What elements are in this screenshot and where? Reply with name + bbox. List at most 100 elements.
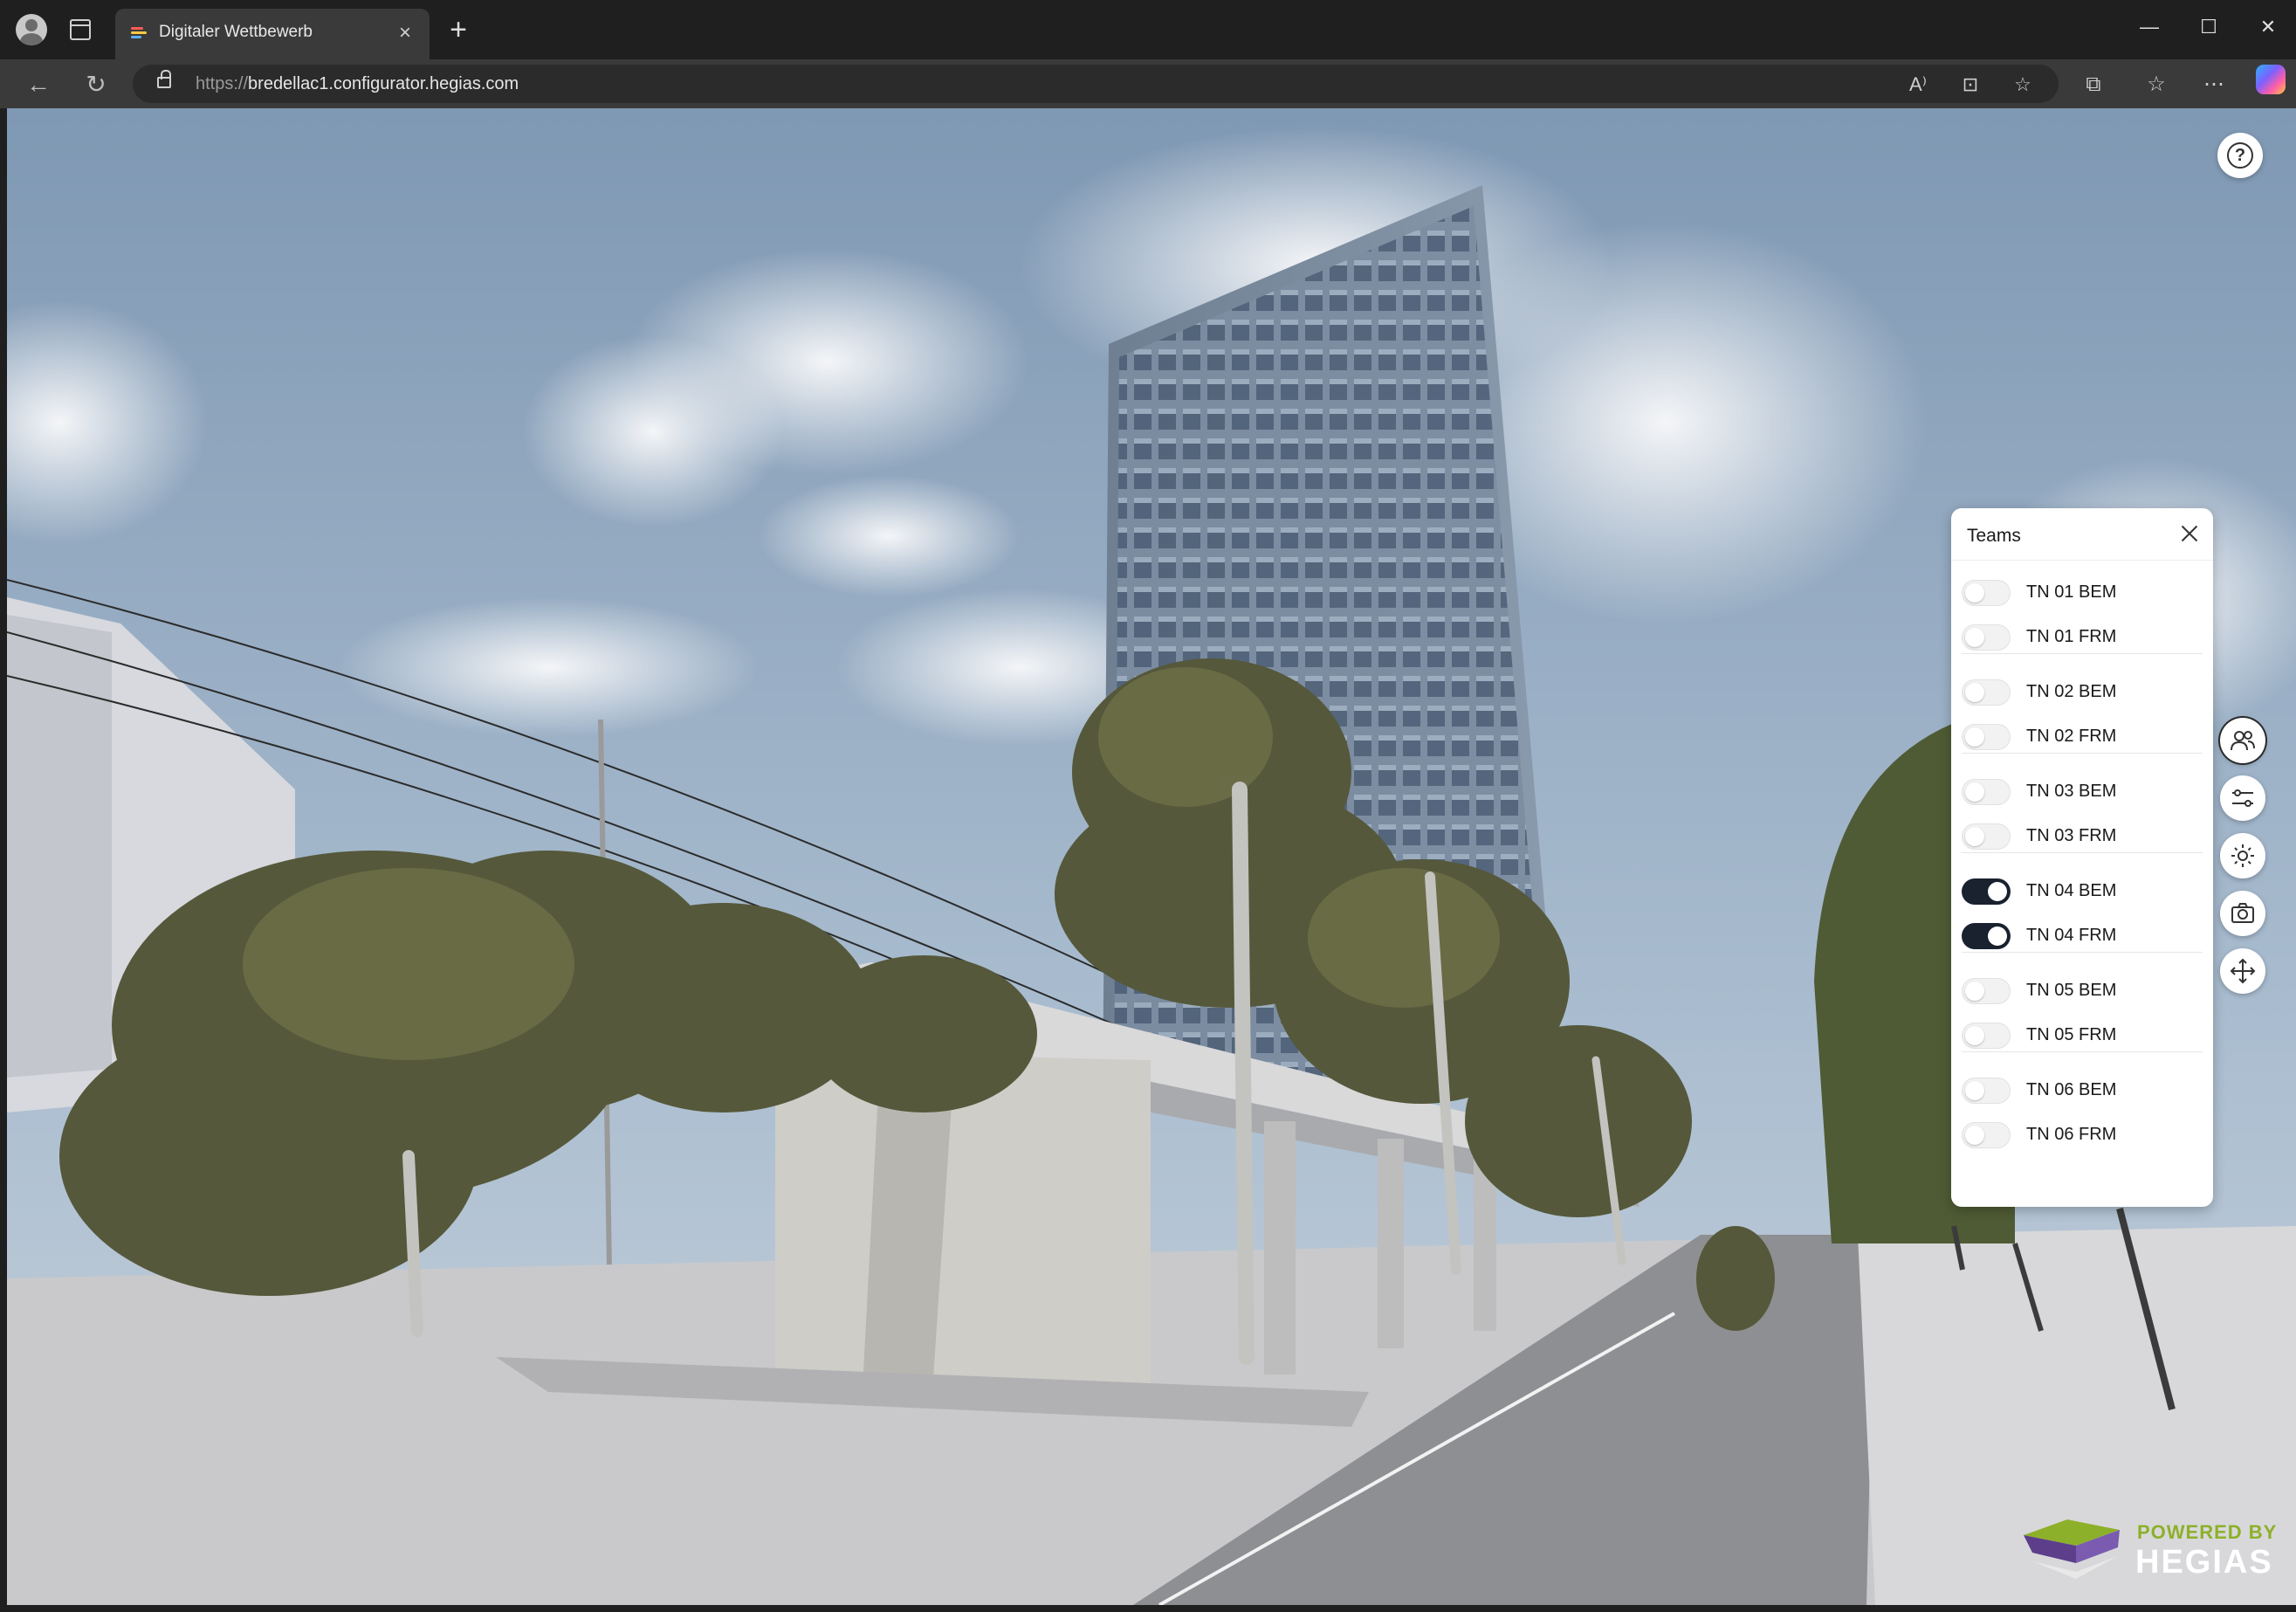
- team-group-divider: [1962, 653, 2203, 654]
- team-group: TN 03 BEM TN 03 FRM: [1962, 768, 2203, 858]
- team-group: TN 04 BEM TN 04 FRM: [1962, 868, 2203, 957]
- team-toggle[interactable]: [1962, 724, 2011, 750]
- team-label: TN 06 FRM: [2026, 1125, 2117, 1144]
- toggle-knob: [1965, 782, 1984, 802]
- team-toggle[interactable]: [1962, 923, 2011, 949]
- team-label: TN 06 BEM: [2026, 1080, 2117, 1099]
- team-toggle[interactable]: [1962, 1023, 2011, 1049]
- team-row[interactable]: TN 02 FRM: [1962, 713, 2203, 758]
- sliders-icon: [2232, 789, 2253, 807]
- team-group: TN 01 BEM TN 01 FRM: [1962, 569, 2203, 658]
- hegias-logo-mark-icon: [2024, 1519, 2120, 1579]
- logo-powered-by: POWERED BY: [2137, 1521, 2278, 1543]
- favorite-star-icon[interactable]: ☆: [2010, 72, 2036, 98]
- tab-close-icon[interactable]: ×: [393, 21, 417, 45]
- browser-titlebar: Digitaler Wettbewerb × + — ☐ ✕: [0, 0, 2296, 59]
- team-toggle[interactable]: [1962, 679, 2011, 706]
- team-label: TN 04 BEM: [2026, 881, 2117, 900]
- team-row[interactable]: TN 06 FRM: [1962, 1112, 2203, 1156]
- back-icon[interactable]: ←: [23, 70, 54, 101]
- toggle-knob: [1965, 1026, 1984, 1045]
- team-label: TN 03 FRM: [2026, 826, 2117, 845]
- read-aloud-icon[interactable]: A⁾: [1905, 72, 1931, 98]
- refresh-icon[interactable]: ↻: [80, 70, 112, 101]
- hegias-logo: POWERED BY HEGIAS: [2008, 1511, 2279, 1589]
- lock-icon[interactable]: [157, 70, 171, 88]
- copilot-icon[interactable]: [2256, 65, 2286, 94]
- team-label: TN 05 FRM: [2026, 1025, 2117, 1044]
- team-label: TN 02 FRM: [2026, 727, 2117, 746]
- favorites-icon[interactable]: ☆: [2141, 70, 2172, 101]
- team-toggle[interactable]: [1962, 580, 2011, 606]
- minimize-icon[interactable]: —: [2132, 12, 2167, 42]
- camera-tool-button[interactable]: [2220, 891, 2265, 936]
- team-group: TN 02 BEM TN 02 FRM: [1962, 669, 2203, 758]
- teams-panel-title: Teams: [1967, 526, 2021, 546]
- browser-toolbar: ← ↻ https://bredellac1.configurator.hegi…: [0, 59, 2296, 108]
- close-icon[interactable]: [2178, 522, 2201, 545]
- more-menu-icon[interactable]: ⋯: [2198, 70, 2230, 101]
- address-bar[interactable]: https://bredellac1.configurator.hegias.c…: [133, 65, 2059, 103]
- help-button[interactable]: ?: [2217, 133, 2263, 178]
- toggle-knob: [1965, 982, 1984, 1001]
- team-toggle[interactable]: [1962, 978, 2011, 1004]
- team-row[interactable]: TN 01 BEM: [1962, 569, 2203, 614]
- team-label: TN 01 FRM: [2026, 627, 2117, 646]
- team-group-divider: [1962, 1051, 2203, 1052]
- team-row[interactable]: TN 03 FRM: [1962, 813, 2203, 858]
- tab-favicon-icon: [131, 27, 147, 39]
- profile-avatar-icon[interactable]: [16, 14, 47, 45]
- team-group: TN 06 BEM TN 06 FRM: [1962, 1067, 2203, 1156]
- close-window-icon[interactable]: ✕: [2251, 12, 2286, 42]
- team-row[interactable]: TN 05 FRM: [1962, 1012, 2203, 1057]
- team-label: TN 01 BEM: [2026, 582, 2117, 602]
- users-icon: [2231, 731, 2255, 751]
- move-icon: [2230, 958, 2256, 984]
- team-row[interactable]: TN 04 FRM: [1962, 913, 2203, 957]
- team-row[interactable]: TN 01 FRM: [1962, 614, 2203, 658]
- tab-title: Digitaler Wettbewerb: [159, 23, 313, 41]
- sun-tool-button[interactable]: [2220, 833, 2265, 878]
- team-row[interactable]: TN 03 BEM: [1962, 768, 2203, 813]
- team-toggle[interactable]: [1962, 878, 2011, 905]
- team-row[interactable]: TN 02 BEM: [1962, 669, 2203, 713]
- team-row[interactable]: TN 04 BEM: [1962, 868, 2203, 913]
- toggle-knob: [1965, 683, 1984, 702]
- team-label: TN 02 BEM: [2026, 682, 2117, 701]
- help-icon: ?: [2227, 142, 2253, 169]
- app-available-icon[interactable]: ⊡: [1957, 72, 1983, 98]
- toggle-knob: [1965, 628, 1984, 647]
- toggle-knob: [1965, 1126, 1984, 1145]
- browser-tab[interactable]: Digitaler Wettbewerb ×: [115, 9, 430, 59]
- team-label: TN 05 BEM: [2026, 981, 2117, 1000]
- settings-tool-button[interactable]: [2220, 775, 2265, 821]
- toggle-knob: [1965, 727, 1984, 747]
- team-label: TN 03 BEM: [2026, 782, 2117, 801]
- team-group-divider: [1962, 952, 2203, 953]
- toggle-knob: [1965, 583, 1984, 603]
- team-toggle[interactable]: [1962, 1078, 2011, 1104]
- teams-panel: Teams TN 01 BEM TN 01 FRM TN 02 BEM TN 02 F…: [1951, 508, 2213, 1207]
- toggle-knob: [1965, 1081, 1984, 1100]
- teams-tool-button[interactable]: [2220, 718, 2265, 763]
- maximize-icon[interactable]: ☐: [2191, 12, 2226, 42]
- new-tab-icon[interactable]: +: [443, 15, 473, 45]
- toggle-knob: [1988, 927, 2007, 946]
- team-row[interactable]: TN 05 BEM: [1962, 968, 2203, 1012]
- camera-icon: [2231, 903, 2254, 923]
- logo-brand: HEGIAS: [2135, 1544, 2273, 1581]
- team-group-divider: [1962, 753, 2203, 754]
- extensions-icon[interactable]: ⧉: [2078, 70, 2109, 101]
- team-toggle[interactable]: [1962, 823, 2011, 850]
- toggle-knob: [1965, 827, 1984, 846]
- toggle-knob: [1988, 882, 2007, 901]
- url-text[interactable]: https://bredellac1.configurator.hegias.c…: [196, 74, 519, 94]
- teams-panel-header: Teams: [1951, 508, 2213, 561]
- team-toggle[interactable]: [1962, 779, 2011, 805]
- move-tool-button[interactable]: [2220, 948, 2265, 994]
- team-row[interactable]: TN 06 BEM: [1962, 1067, 2203, 1112]
- team-group-divider: [1962, 852, 2203, 853]
- team-toggle[interactable]: [1962, 1122, 2011, 1148]
- team-toggle[interactable]: [1962, 624, 2011, 651]
- tab-actions-icon[interactable]: [70, 19, 91, 40]
